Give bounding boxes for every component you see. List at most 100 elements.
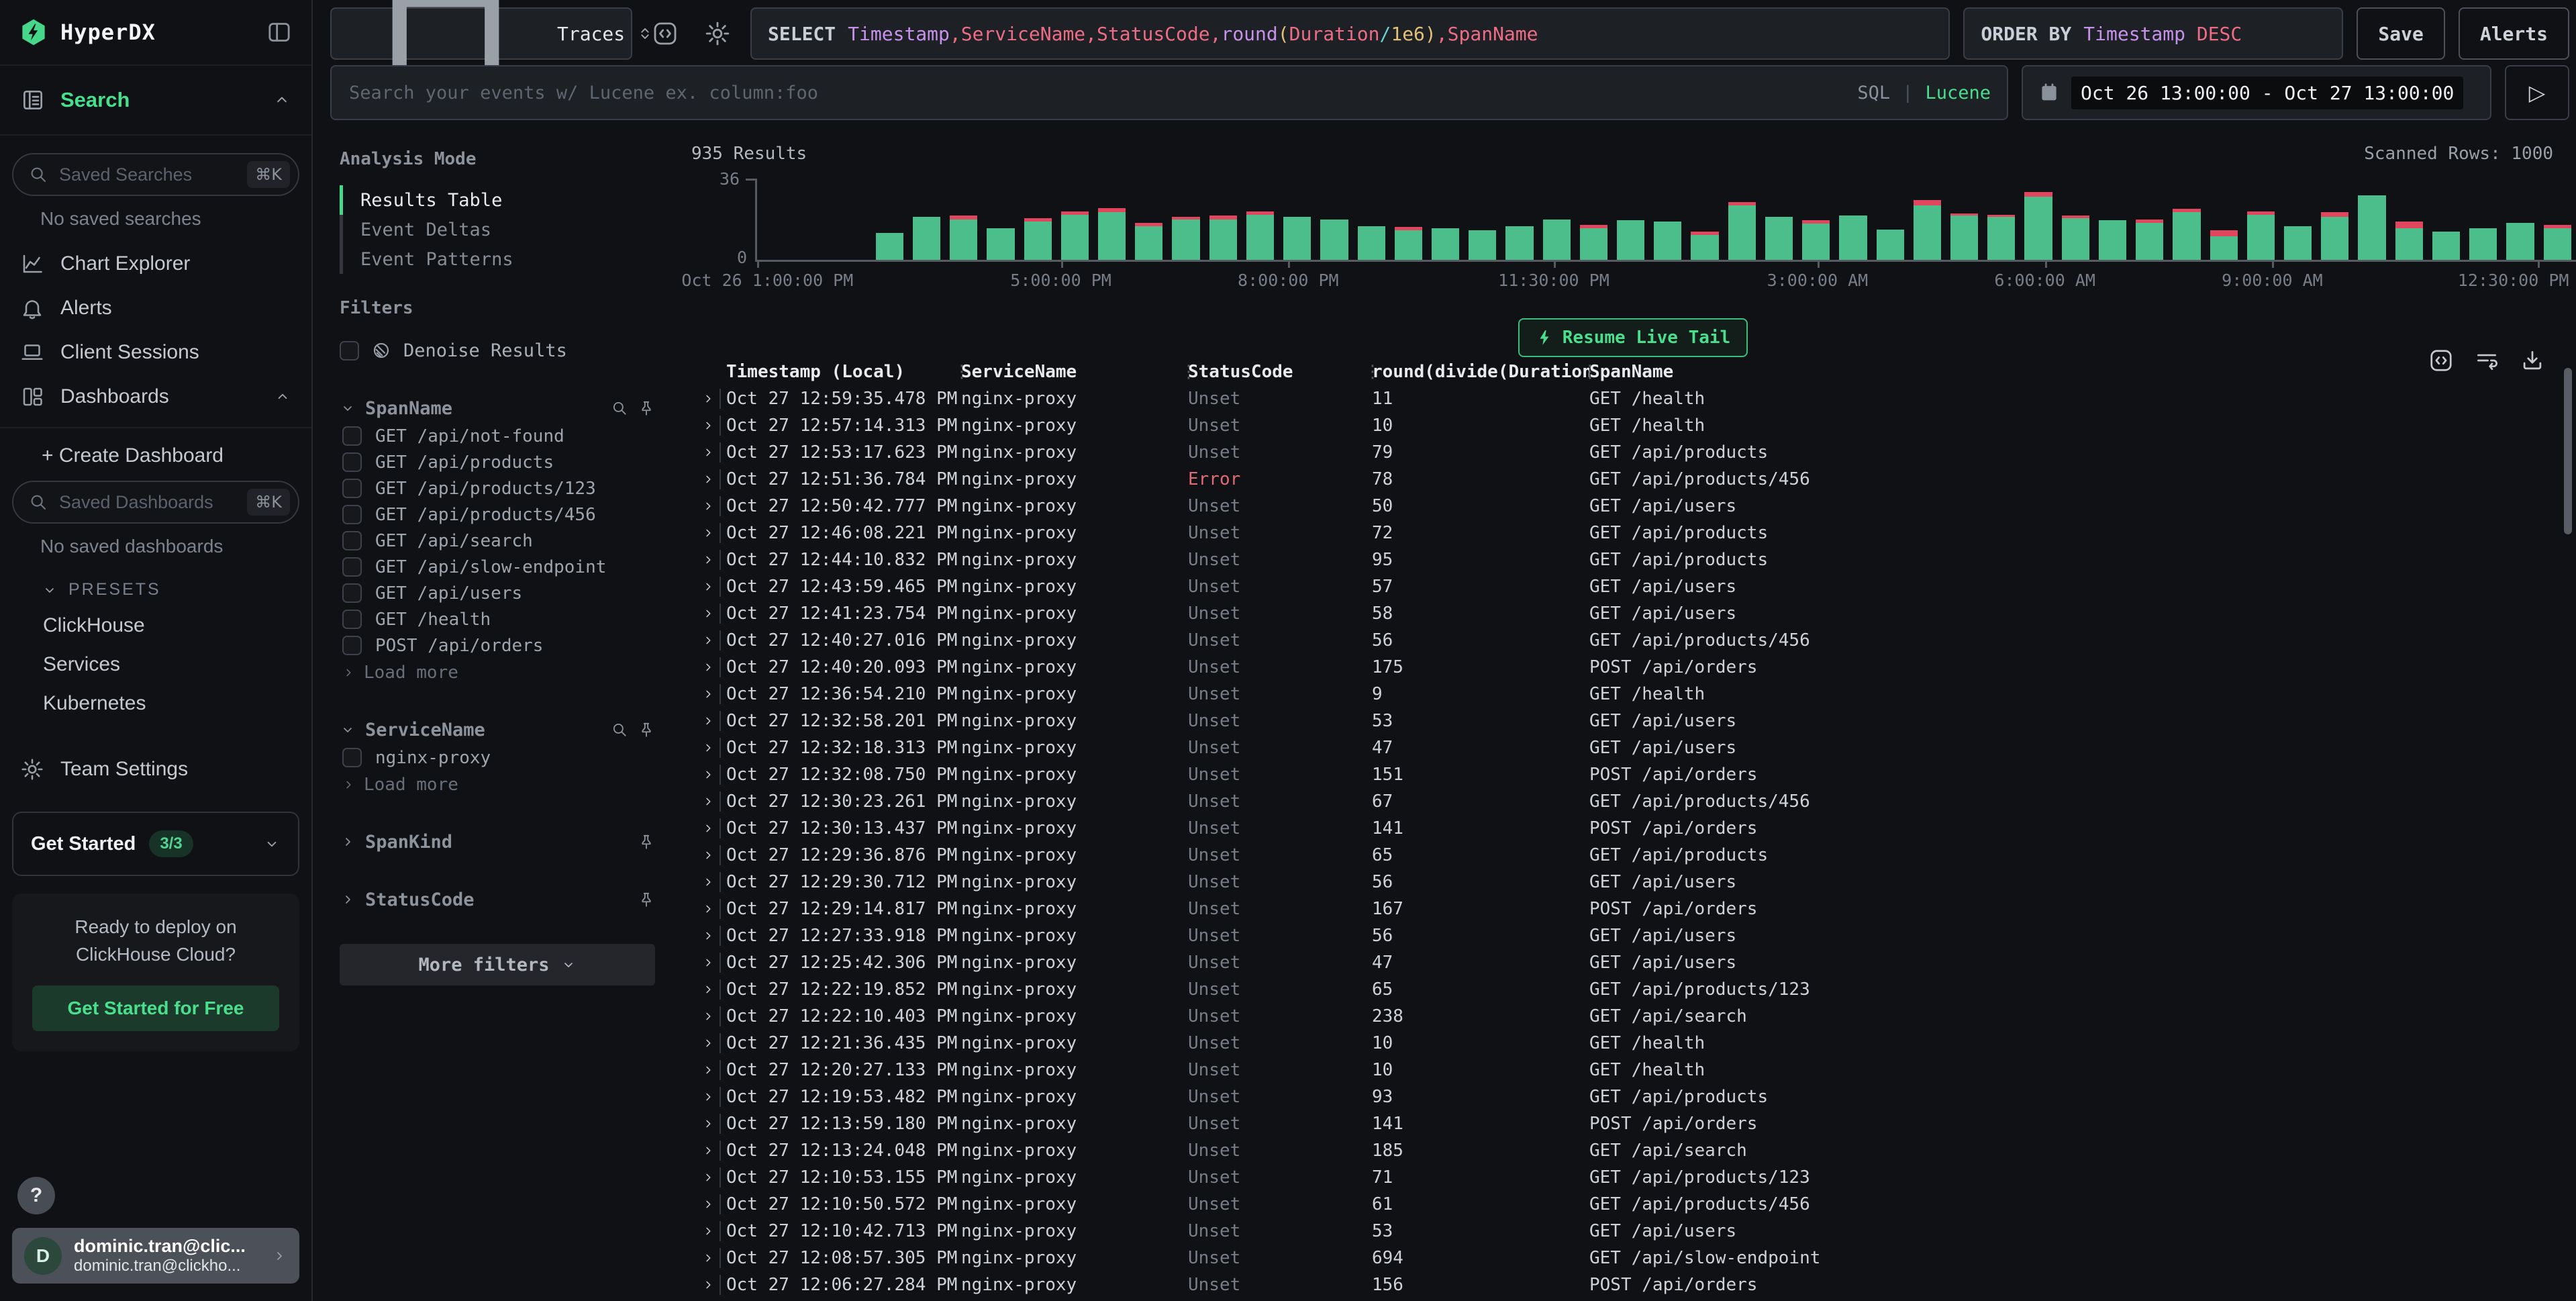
table-row[interactable]: Oct 27 12:29:36.876 PMnginx-proxyUnset65… <box>690 842 2576 869</box>
table-row[interactable]: Oct 27 12:22:19.852 PMnginx-proxyUnset65… <box>690 976 2576 1003</box>
row-expand-chevron[interactable] <box>697 1224 720 1239</box>
sidebar-item-clickhouse[interactable]: ClickHouse <box>12 606 299 645</box>
filter-checkbox-item[interactable]: GET /api/users <box>340 580 655 606</box>
row-expand-chevron[interactable] <box>697 445 720 460</box>
row-expand-chevron[interactable] <box>697 1197 720 1212</box>
table-row[interactable]: Oct 27 12:53:17.623 PMnginx-proxyUnset79… <box>690 439 2576 466</box>
sidebar-item-client-sessions[interactable]: Client Sessions <box>12 330 299 375</box>
column-resize-handle[interactable]: ⋮ <box>953 362 971 382</box>
column-resize-handle[interactable]: ⋮ <box>1364 362 1381 382</box>
run-query-button[interactable]: ▷ <box>2505 65 2569 120</box>
row-expand-chevron[interactable] <box>697 633 720 648</box>
sql-editor-toggle-button[interactable] <box>646 14 685 53</box>
filter-checkbox-item[interactable]: GET /api/products/123 <box>340 475 655 501</box>
row-expand-chevron[interactable] <box>697 928 720 943</box>
row-expand-chevron[interactable] <box>697 902 720 916</box>
row-expand-chevron[interactable] <box>697 1090 720 1104</box>
sidebar-item-chart-explorer[interactable]: Chart Explorer <box>12 242 299 286</box>
user-menu[interactable]: D dominic.tran@clic... dominic.tran@clic… <box>12 1228 299 1284</box>
sidebar-item-alerts[interactable]: Alerts <box>12 286 299 330</box>
language-toggle[interactable]: SQL | Lucene <box>1857 83 1991 103</box>
table-row[interactable]: Oct 27 12:19:53.482 PMnginx-proxyUnset93… <box>690 1083 2576 1110</box>
row-expand-chevron[interactable] <box>697 1170 720 1185</box>
row-expand-chevron[interactable] <box>697 687 720 702</box>
table-row[interactable]: Oct 27 12:20:27.133 PMnginx-proxyUnset10… <box>690 1057 2576 1083</box>
table-row[interactable]: Oct 27 12:44:10.832 PMnginx-proxyUnset95… <box>690 546 2576 573</box>
row-expand-chevron[interactable] <box>697 418 720 433</box>
filter-checkbox-item[interactable]: POST /api/orders <box>340 632 655 659</box>
table-row[interactable]: Oct 27 12:13:59.180 PMnginx-proxyUnset14… <box>690 1110 2576 1137</box>
sidebar-item-search[interactable]: Search <box>0 66 311 136</box>
saved-searches-field[interactable] <box>58 164 238 186</box>
table-row[interactable]: Oct 27 12:36:54.210 PMnginx-proxyUnset9G… <box>690 681 2576 708</box>
more-filters-button[interactable]: More filters <box>340 944 655 985</box>
filter-checkbox-item[interactable]: GET /api/search <box>340 528 655 554</box>
row-expand-chevron[interactable] <box>697 821 720 836</box>
table-row[interactable]: Oct 27 12:51:36.784 PMnginx-proxyError78… <box>690 466 2576 493</box>
event-search-box[interactable]: SQL | Lucene <box>330 65 2008 120</box>
table-row[interactable]: Oct 27 12:06:27.284 PMnginx-proxyUnset15… <box>690 1271 2576 1298</box>
column-resize-handle[interactable]: ⋮ <box>1180 362 1197 382</box>
checkbox[interactable] <box>342 452 362 472</box>
row-expand-chevron[interactable] <box>697 955 720 970</box>
row-expand-chevron[interactable] <box>697 1116 720 1131</box>
table-row[interactable]: Oct 27 12:13:24.048 PMnginx-proxyUnset18… <box>690 1137 2576 1164</box>
sidebar-item-dashboards[interactable]: Dashboards <box>12 375 299 419</box>
row-expand-chevron[interactable] <box>697 1063 720 1077</box>
table-row[interactable]: Oct 27 12:43:59.465 PMnginx-proxyUnset57… <box>690 573 2576 600</box>
table-row[interactable]: Oct 27 12:59:35.478 PMnginx-proxyUnset11… <box>690 385 2576 412</box>
saved-searches-search[interactable]: ⌘K <box>12 153 299 196</box>
sql-toggle[interactable]: SQL <box>1857 83 1890 103</box>
table-row[interactable]: Oct 27 12:25:42.306 PMnginx-proxyUnset47… <box>690 949 2576 976</box>
row-expand-chevron[interactable] <box>697 1251 720 1265</box>
checkbox[interactable] <box>342 531 362 550</box>
checkbox[interactable] <box>342 505 362 524</box>
table-row[interactable]: Oct 27 12:32:58.201 PMnginx-proxyUnset53… <box>690 708 2576 734</box>
table-row[interactable]: Oct 27 12:10:50.572 PMnginx-proxyUnset61… <box>690 1191 2576 1218</box>
source-settings-button[interactable] <box>698 14 737 53</box>
analysis-mode-event-deltas[interactable]: Event Deltas <box>340 215 655 244</box>
row-expand-chevron[interactable] <box>697 552 720 567</box>
sidebar-item-services[interactable]: Services <box>12 645 299 684</box>
filter-checkbox-item[interactable]: GET /api/not-found <box>340 423 655 449</box>
denoise-results-option[interactable]: Denoise Results <box>340 336 655 365</box>
row-expand-chevron[interactable] <box>697 714 720 728</box>
row-expand-chevron[interactable] <box>697 579 720 594</box>
table-row[interactable]: Oct 27 12:30:23.261 PMnginx-proxyUnset67… <box>690 788 2576 815</box>
row-expand-chevron[interactable] <box>697 982 720 997</box>
filter-checkbox-item[interactable]: GET /api/slow-endpoint <box>340 554 655 580</box>
sidebar-collapse-icon[interactable] <box>266 19 293 46</box>
table-row[interactable]: Oct 27 12:46:08.221 PMnginx-proxyUnset72… <box>690 520 2576 546</box>
table-row[interactable]: Oct 27 12:40:20.093 PMnginx-proxyUnset17… <box>690 654 2576 681</box>
sidebar-item-team-settings[interactable]: Team Settings <box>12 747 299 791</box>
table-row[interactable]: Oct 27 12:08:57.305 PMnginx-proxyUnset69… <box>690 1245 2576 1271</box>
table-row[interactable]: Oct 27 12:57:14.313 PMnginx-proxyUnset10… <box>690 412 2576 439</box>
get-started-free-button[interactable]: Get Started for Free <box>32 985 279 1031</box>
source-select[interactable]: Traces <box>330 7 632 60</box>
row-expand-chevron[interactable] <box>697 660 720 675</box>
select-clause-input[interactable]: SELECTTimestamp,ServiceName,StatusCode,r… <box>750 7 1950 60</box>
save-button[interactable]: Save <box>2357 7 2444 60</box>
row-expand-chevron[interactable] <box>697 1009 720 1024</box>
analysis-mode-results-table[interactable]: Results Table <box>340 185 655 215</box>
row-expand-chevron[interactable] <box>697 391 720 406</box>
row-expand-chevron[interactable] <box>697 606 720 621</box>
filter-group-header[interactable]: ServiceName <box>340 715 655 744</box>
resume-live-tail-button[interactable]: Resume Live Tail <box>1518 318 1748 357</box>
table-row[interactable]: Oct 27 12:50:42.777 PMnginx-proxyUnset50… <box>690 493 2576 520</box>
filter-checkbox-item[interactable]: GET /health <box>340 606 655 632</box>
table-row[interactable]: Oct 27 12:10:42.713 PMnginx-proxyUnset53… <box>690 1218 2576 1245</box>
checkbox[interactable] <box>342 557 362 577</box>
saved-dashboards-field[interactable] <box>58 491 238 514</box>
row-expand-chevron[interactable] <box>697 1143 720 1158</box>
table-row[interactable]: Oct 27 12:10:53.155 PMnginx-proxyUnset71… <box>690 1164 2576 1191</box>
table-row[interactable]: Oct 27 12:21:36.435 PMnginx-proxyUnset10… <box>690 1030 2576 1057</box>
row-expand-chevron[interactable] <box>697 875 720 889</box>
create-dashboard-button[interactable]: + Create Dashboard <box>12 435 299 481</box>
order-by-input[interactable]: ORDER BYTimestamp DESC <box>1963 7 2343 60</box>
checkbox[interactable] <box>340 341 359 360</box>
table-row[interactable]: Oct 27 12:40:27.016 PMnginx-proxyUnset56… <box>690 627 2576 654</box>
sidebar-item-kubernetes[interactable]: Kubernetes <box>12 684 299 723</box>
checkbox[interactable] <box>342 426 362 446</box>
event-search-input[interactable] <box>348 82 1845 104</box>
